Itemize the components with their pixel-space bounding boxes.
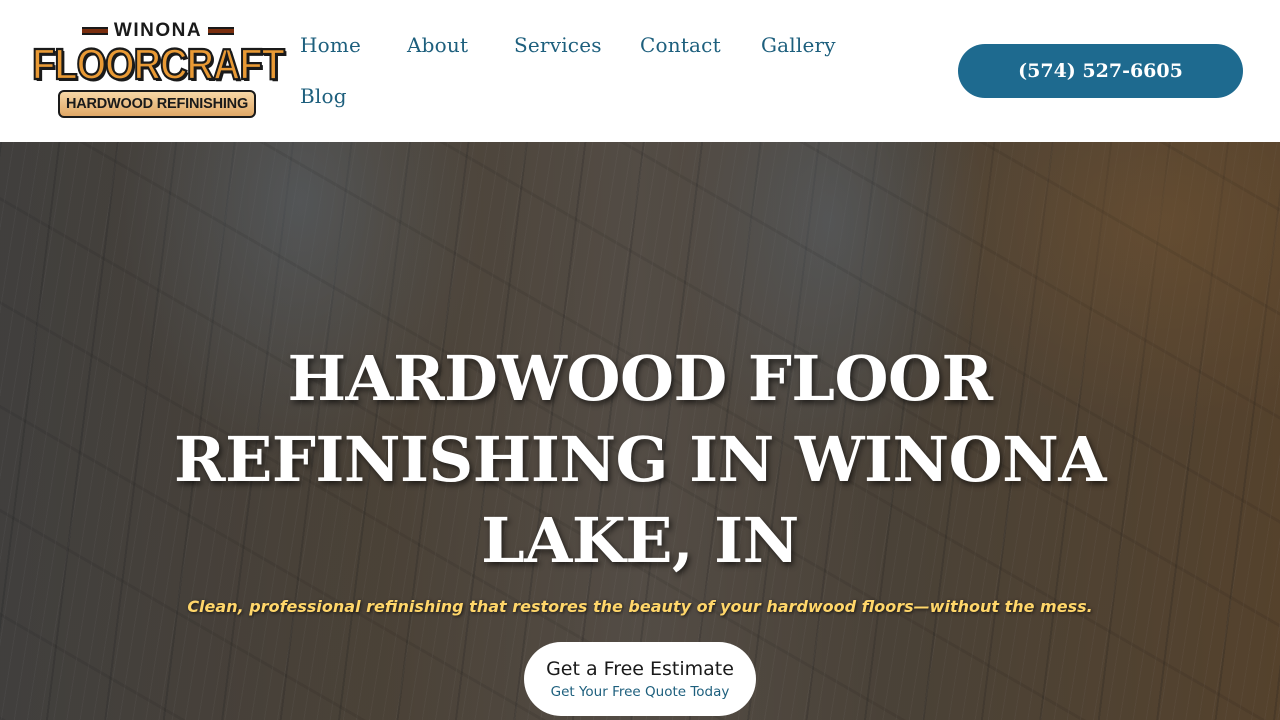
- site-header: WINONA FLOORCRAFT HARDWOOD REFINISHING H…: [0, 0, 1280, 142]
- nav-services-link[interactable]: Services: [514, 33, 602, 57]
- logo-bar-right: [208, 27, 235, 35]
- logo-sub-text: HARDWOOD REFINISHING: [58, 90, 256, 118]
- nav-contact-link[interactable]: Contact: [640, 33, 721, 57]
- cta-label: Get a Free Estimate: [546, 658, 734, 680]
- nav-home-link[interactable]: Home: [300, 33, 361, 57]
- nav-about-link[interactable]: About: [407, 33, 468, 57]
- hero-subtitle: Clean, professional refinishing that res…: [187, 597, 1093, 616]
- nav-blog-link[interactable]: Blog: [300, 84, 347, 108]
- hero-section: HARDWOOD FLOOR REFINISHING IN WINONA LAK…: [0, 142, 1280, 720]
- hero-title: HARDWOOD FLOOR REFINISHING IN WINONA LAK…: [174, 342, 1106, 577]
- cta-sublabel: Get Your Free Quote Today: [550, 684, 730, 700]
- logo-main-text: FLOORCRAFT: [31, 39, 286, 90]
- phone-call-button[interactable]: (574) 527-6605: [958, 44, 1243, 98]
- logo-bar-left: [81, 27, 108, 35]
- free-estimate-button[interactable]: Get a Free Estimate Get Your Free Quote …: [524, 642, 756, 716]
- site-logo[interactable]: WINONA FLOORCRAFT HARDWOOD REFINISHING: [31, 20, 286, 120]
- nav-gallery-link[interactable]: Gallery: [761, 33, 836, 57]
